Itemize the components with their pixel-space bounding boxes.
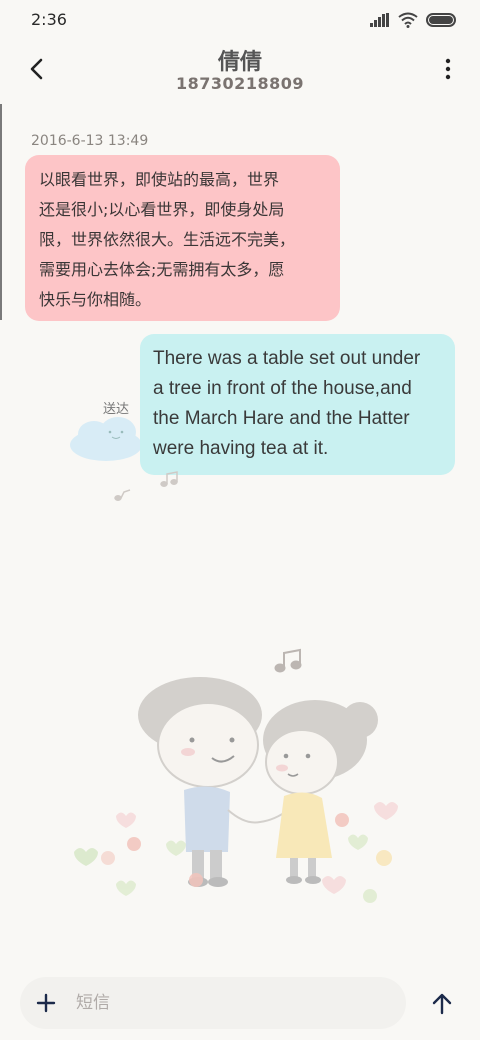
music-note-icon bbox=[114, 471, 178, 501]
message-line: 还是很小;以心看世界，即使身处局 bbox=[39, 200, 285, 219]
status-bar: 2:36 bbox=[0, 0, 480, 40]
more-icon[interactable] bbox=[440, 54, 456, 84]
message-line: 快乐与你相随。 bbox=[39, 290, 152, 309]
contact-name: 倩倩 bbox=[217, 50, 262, 75]
message-line: There was a table set out under bbox=[153, 348, 421, 369]
scroll-edge-line bbox=[0, 104, 2, 320]
status-icons bbox=[370, 12, 456, 28]
incoming-message-bubble[interactable]: 以眼看世界，即使站的最高，世界 还是很小;以心看世界，即使身处局 限，世界依然很… bbox=[25, 155, 340, 321]
couple-illustration bbox=[74, 677, 398, 903]
plus-icon[interactable] bbox=[34, 991, 58, 1015]
status-time: 2:36 bbox=[31, 10, 67, 29]
outgoing-message-bubble[interactable]: There was a table set out under a tree i… bbox=[140, 334, 455, 475]
delivery-status: 送达 bbox=[103, 402, 130, 417]
signal-icon bbox=[370, 13, 389, 27]
message-composer bbox=[20, 977, 406, 1029]
message-line: 以眼看世界，即使站的最高，世界 bbox=[39, 170, 280, 189]
message-timestamp: 2016-6-13 13:49 bbox=[31, 133, 149, 149]
message-line: a tree in front of the house,and bbox=[153, 378, 412, 399]
message-line: 限，世界依然很大。生活远不完美， bbox=[39, 230, 296, 249]
send-icon[interactable] bbox=[428, 990, 456, 1018]
message-line: were having tea at it. bbox=[153, 438, 329, 459]
battery-icon bbox=[426, 13, 456, 27]
conversation-header: 倩倩 18730218809 bbox=[0, 40, 480, 100]
message-line: 需要用心去体会;无需拥有太多，愿 bbox=[39, 260, 285, 279]
sms-input[interactable] bbox=[76, 987, 386, 1019]
contact-number: 18730218809 bbox=[176, 74, 304, 93]
wifi-icon bbox=[398, 12, 418, 28]
message-line: the March Hare and the Hatter bbox=[153, 408, 410, 429]
cloud-illustration bbox=[70, 417, 142, 461]
